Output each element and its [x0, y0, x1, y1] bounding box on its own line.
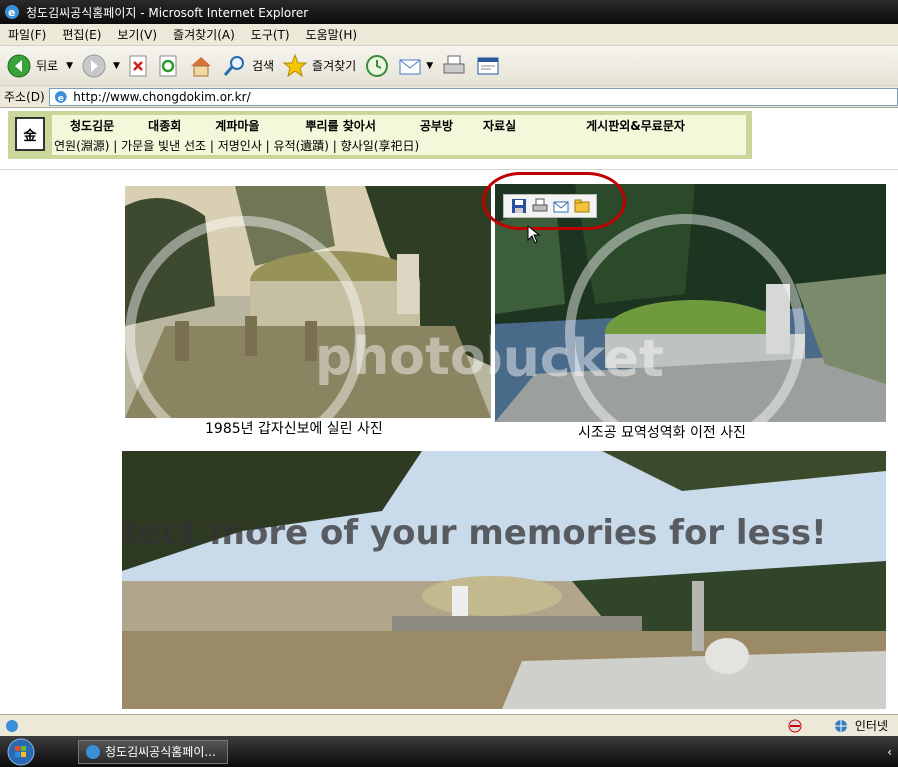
site-logo[interactable]: 金: [15, 117, 45, 151]
refresh-icon: [159, 55, 177, 76]
mail-icon: [399, 59, 421, 74]
svg-text:e: e: [58, 93, 64, 103]
print-button[interactable]: [441, 54, 467, 78]
zone-label: 인터넷: [854, 719, 888, 733]
star-icon: [282, 53, 308, 77]
tray-expand-icon[interactable]: ‹: [887, 745, 892, 759]
sub-nav[interactable]: 연원(淵源) | 가문을 빛낸 선조 | 저명인사 | 유적(遺蹟) | 향사일…: [52, 136, 746, 154]
page-status-icon: [6, 719, 18, 732]
menu-edit[interactable]: 편집(E): [54, 26, 109, 43]
banner-text: tect more of your memories for less!: [122, 513, 827, 553]
status-bar: 인터넷: [0, 714, 898, 736]
menu-file[interactable]: 파일(F): [0, 26, 54, 43]
history-icon: [366, 54, 389, 77]
task-label: 청도김씨공식홈페이...: [105, 745, 216, 759]
windows-orb-icon: [7, 738, 35, 765]
forward-dropdown-icon[interactable]: ▼: [113, 61, 120, 71]
site-navigation: 金 청도김문 대종회 계파마을 뿌리를 찾아서 공부방 자료실 게시판외&무료문…: [8, 111, 752, 159]
favorites-button[interactable]: 즐겨찾기: [282, 53, 356, 79]
nav-item-archive[interactable]: 자료실: [483, 117, 516, 134]
privacy-icon: [788, 719, 802, 732]
search-icon: [223, 55, 244, 76]
history-button[interactable]: [364, 53, 390, 79]
back-label: 뒤로: [36, 59, 59, 73]
back-button[interactable]: 뒤로 ▼: [6, 53, 73, 79]
start-button[interactable]: [0, 736, 42, 767]
caption-right: 시조공 묘역성역화 이전 사진: [578, 425, 746, 441]
mail-dropdown-icon[interactable]: ▼: [426, 61, 433, 71]
address-input[interactable]: [69, 89, 897, 104]
edit-page-icon: [477, 57, 499, 74]
page-icon: e: [54, 90, 67, 103]
nav-item-roots[interactable]: 뿌리를 찾아서: [305, 117, 375, 134]
edit-button[interactable]: [475, 54, 501, 78]
svg-text:e: e: [8, 6, 15, 19]
mouse-cursor-icon: [527, 225, 541, 244]
divider: [0, 169, 898, 170]
stop-button[interactable]: [128, 54, 150, 78]
nav-item-board[interactable]: 게시판외&무료문자: [586, 117, 685, 134]
photo-panorama[interactable]: tect more of your memories for less!: [122, 451, 886, 709]
search-button[interactable]: 검색: [222, 54, 274, 78]
taskbar-ie-window[interactable]: 청도김씨공식홈페이...: [78, 739, 228, 764]
menu-view[interactable]: 보기(V): [109, 26, 165, 43]
title-bar: e 청도김씨공식홈페이지 - Microsoft Internet Explor…: [0, 0, 898, 24]
internet-zone-icon: [834, 719, 847, 732]
favorites-label: 즐겨찾기: [312, 59, 357, 73]
menu-help[interactable]: 도움말(H): [298, 26, 366, 43]
caption-left: 1985년 갑자신보에 실린 사진: [205, 421, 383, 437]
watermark-right: photobucket: [495, 329, 664, 389]
standard-toolbar: 뒤로 ▼ ▼ 검색 즐겨찾기 ▼: [0, 46, 898, 86]
page-content: 金 청도김문 대종회 계파마을 뿌리를 찾아서 공부방 자료실 게시판외&무료문…: [0, 108, 898, 714]
address-bar: 주소(D) e: [0, 86, 898, 108]
ie-task-icon: [86, 744, 100, 759]
email-image-icon[interactable]: [553, 198, 569, 214]
site-nav-panel: 청도김문 대종회 계파마을 뿌리를 찾아서 공부방 자료실 게시판외&무료문자 …: [52, 115, 746, 155]
search-label: 검색: [251, 59, 275, 73]
print-image-icon[interactable]: [532, 198, 548, 214]
nav-item-daejonghoe[interactable]: 대종회: [148, 117, 181, 134]
back-dropdown-icon[interactable]: ▼: [66, 61, 73, 71]
address-field[interactable]: e: [48, 87, 898, 106]
photo-1985-tomb[interactable]: photobucket: [125, 186, 491, 418]
menu-bar: 파일(F) 편집(E) 보기(V) 즐겨찾기(A) 도구(T) 도움말(H): [0, 24, 898, 46]
menu-tools[interactable]: 도구(T): [243, 26, 298, 43]
taskbar: 청도김씨공식홈페이... ‹: [0, 736, 898, 767]
stop-icon: [129, 55, 147, 76]
refresh-button[interactable]: [158, 54, 180, 78]
mail-button[interactable]: ▼: [398, 54, 433, 78]
forward-arrow-icon: [82, 54, 106, 77]
watermark-left: photobucket: [315, 327, 491, 387]
main-nav: 청도김문 대종회 계파마을 뿌리를 찾아서 공부방 자료실 게시판외&무료문자: [52, 115, 746, 135]
open-folder-icon[interactable]: [574, 198, 590, 214]
image-toolbar: [503, 194, 597, 218]
nav-item-gyepa[interactable]: 계파마을: [215, 117, 259, 134]
address-label: 주소(D): [4, 90, 45, 104]
ie-icon: e: [5, 5, 19, 19]
menu-favorites[interactable]: 즐겨찾기(A): [165, 26, 243, 43]
printer-icon: [443, 55, 465, 73]
home-icon: [190, 56, 211, 76]
save-image-icon[interactable]: [511, 198, 527, 214]
window-title: 청도김씨공식홈페이지 - Microsoft Internet Explorer: [26, 5, 309, 20]
forward-button[interactable]: ▼: [81, 53, 120, 79]
nav-item-study[interactable]: 공부방: [420, 117, 453, 134]
back-arrow-icon: [7, 54, 31, 77]
nav-item-chungdo[interactable]: 청도김문: [70, 117, 114, 134]
home-button[interactable]: [188, 54, 214, 78]
